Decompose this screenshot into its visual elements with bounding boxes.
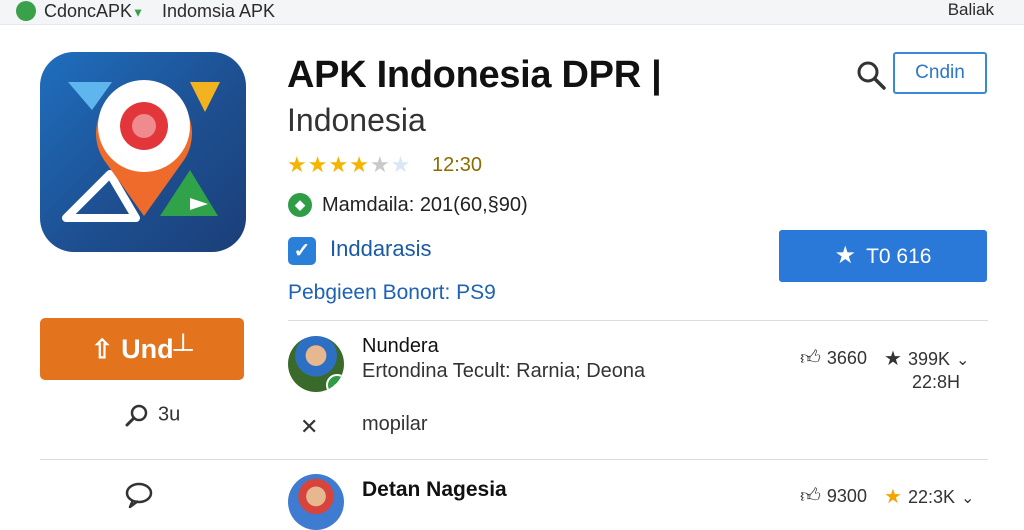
chevron-down-icon[interactable]: ⌄ <box>961 490 974 507</box>
divider <box>40 459 988 460</box>
app-icon <box>40 52 246 252</box>
avatar[interactable] <box>288 474 344 530</box>
thumbs-up-icon: 👍︎ <box>800 347 821 369</box>
star-icon: ★ <box>884 348 902 370</box>
search-icon <box>125 404 148 427</box>
review-time: 22:8H <box>912 372 961 392</box>
app-subtitle: Indonesia <box>287 102 426 138</box>
divider <box>288 320 988 321</box>
star-count[interactable]: ★ 399K ⌄ <box>884 346 969 371</box>
upload-icon: ⇧ <box>91 334 114 364</box>
site-name: Indomsia APK <box>162 1 276 21</box>
star-count-value: 399K <box>907 349 950 369</box>
info-link[interactable]: Pebgieen Bonort: PS9 <box>288 281 496 305</box>
tool-icon: ✕ <box>300 414 319 439</box>
star-icon: ★ <box>834 242 857 269</box>
star-icon: ★ <box>390 152 412 177</box>
review-author[interactable]: Nundera <box>362 335 439 358</box>
checkbox-label[interactable]: Inddarasis <box>330 236 432 262</box>
search-icon[interactable] <box>854 58 888 92</box>
developer-info[interactable]: Mamdaila: 201(60,§90) <box>322 194 528 217</box>
developer-badge-icon: ◆ <box>288 193 312 217</box>
star-icon: ★ <box>369 152 391 177</box>
review-note: mopilar <box>362 413 428 435</box>
rating-stars: ★★★★★★ <box>287 152 411 178</box>
brand-logo-icon[interactable] <box>16 1 36 21</box>
like-count-value: 3660 <box>826 348 867 368</box>
comment-icon[interactable] <box>124 480 154 515</box>
brand-name[interactable]: CdoncAPK▼ <box>44 0 144 23</box>
star-icon: ★ <box>884 486 902 508</box>
like-count-value: 9300 <box>826 486 867 506</box>
top-right-link[interactable]: Baliak <box>948 0 994 20</box>
rating-value: 12:30 <box>432 154 483 176</box>
verified-icon: ✓ <box>326 374 344 392</box>
star-count-value: 22:3K <box>907 487 955 507</box>
star-count[interactable]: ★ 22:3K ⌄ <box>884 484 974 509</box>
upload-button-label: Und┴ <box>121 334 193 364</box>
top-bar <box>0 0 1024 25</box>
review-author[interactable]: Detan Nagesia <box>362 478 507 502</box>
upload-button[interactable]: ⇧ Und┴ <box>40 318 244 380</box>
like-count[interactable]: 👍︎ 9300 <box>800 484 867 508</box>
brand-label: CdoncAPK <box>44 1 133 21</box>
star-icon: ★ <box>287 152 308 177</box>
primary-button-label: T0 616 <box>866 245 932 268</box>
primary-button[interactable]: ★ T0 616 <box>779 230 987 282</box>
star-icon: ★ <box>328 152 350 177</box>
brand-accent-icon: ▼ <box>132 5 144 20</box>
avatar[interactable]: ✓ <box>288 336 344 392</box>
chevron-down-icon[interactable]: ⌄ <box>956 352 969 369</box>
outline-button[interactable]: Cndin <box>893 52 987 94</box>
review-text: Ertondina Tecult: Rarnia; Deona <box>362 360 646 382</box>
app-title: APK Indonesia DPR | <box>287 54 662 96</box>
like-count[interactable]: 👍︎ 3660 <box>800 346 867 370</box>
side-search[interactable]: 3u <box>124 402 180 428</box>
side-search-count: 3u <box>158 403 181 426</box>
star-icon: ★ <box>349 152 370 177</box>
checkbox-icon[interactable]: ✓ <box>288 237 316 265</box>
star-icon: ★ <box>307 152 329 177</box>
thumbs-up-icon: 👍︎ <box>800 485 821 507</box>
